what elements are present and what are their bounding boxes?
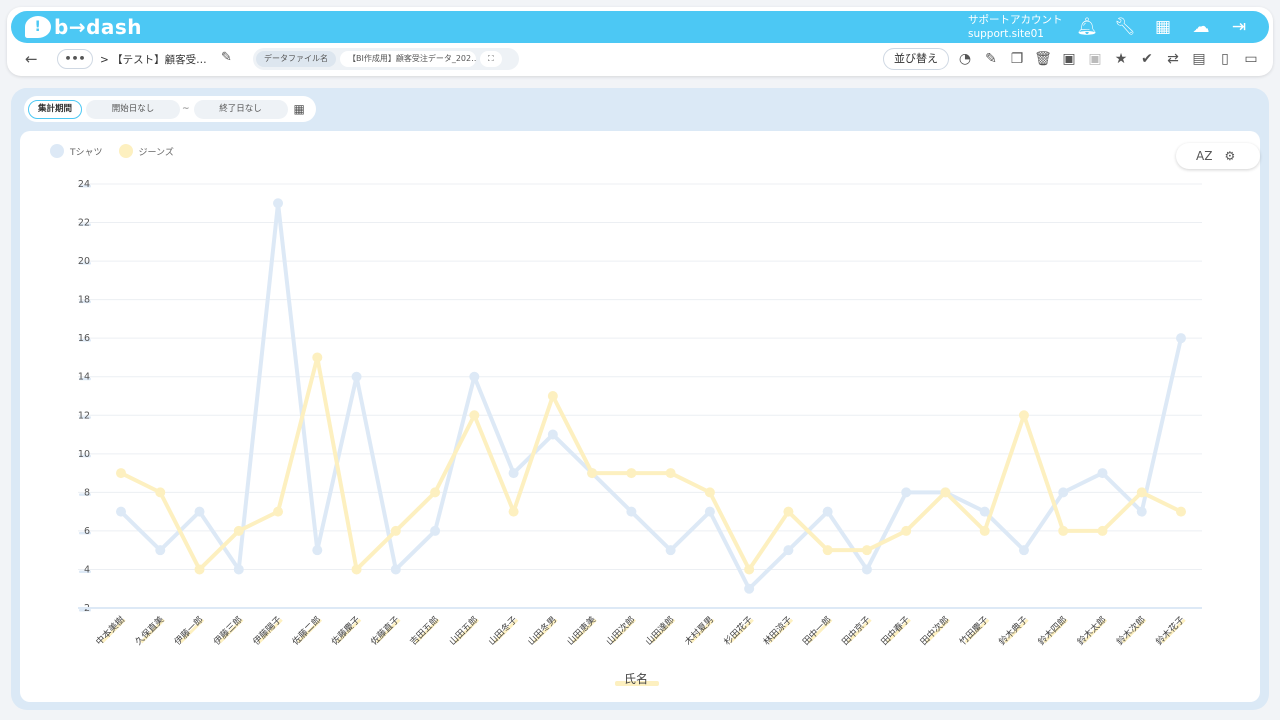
x-tick-label: 久保直美 bbox=[132, 614, 166, 648]
data-point bbox=[547, 429, 558, 440]
x-tick-label: 竹田慶子 bbox=[957, 614, 991, 648]
y-tick-label: 14 bbox=[78, 372, 90, 383]
data-point bbox=[861, 545, 872, 556]
data-point bbox=[1176, 506, 1186, 517]
data-point bbox=[704, 487, 715, 498]
data-point bbox=[979, 506, 990, 517]
x-tick-label: 木村夏男 bbox=[682, 614, 716, 648]
data-point bbox=[116, 468, 126, 479]
data-point bbox=[665, 545, 676, 556]
data-point bbox=[508, 468, 519, 479]
data-point bbox=[1097, 468, 1108, 479]
data-point bbox=[1058, 487, 1069, 498]
data-point bbox=[1018, 545, 1029, 556]
data-point bbox=[1136, 506, 1147, 517]
data-point bbox=[312, 545, 323, 556]
data-point bbox=[390, 525, 401, 536]
data-point bbox=[626, 468, 637, 479]
y-tick-label: 16 bbox=[78, 333, 90, 344]
data-point bbox=[273, 506, 284, 517]
x-tick-label: 鈴木典子 bbox=[996, 614, 1030, 648]
data-point bbox=[783, 506, 794, 517]
x-axis-title: 氏名 bbox=[623, 672, 648, 686]
x-tick-label: 山田次郎 bbox=[604, 614, 638, 648]
data-point bbox=[351, 371, 362, 382]
data-point bbox=[626, 506, 637, 517]
data-point bbox=[822, 506, 833, 517]
data-point bbox=[861, 564, 872, 575]
data-point bbox=[665, 468, 676, 479]
line-chart: 24681012141618202224中本美樹久保直美伊藤一郎伊藤三郎伊藤陽子… bbox=[78, 179, 1202, 648]
data-point bbox=[901, 487, 912, 498]
x-tick-label: 鈴木次郎 bbox=[1114, 614, 1148, 648]
x-tick-label: 鈴木花子 bbox=[1153, 614, 1187, 648]
data-point bbox=[273, 198, 284, 209]
x-tick-label: 佐藤直子 bbox=[368, 614, 402, 648]
x-tick-label: 伊藤一郎 bbox=[172, 614, 206, 648]
data-point bbox=[1176, 333, 1186, 344]
data-point bbox=[1058, 525, 1069, 536]
data-point bbox=[508, 506, 519, 517]
y-tick-label: 20 bbox=[78, 256, 90, 267]
x-tick-label: 田中京子 bbox=[839, 614, 873, 648]
x-tick-label: 山田五郎 bbox=[447, 614, 481, 648]
data-point bbox=[744, 564, 755, 575]
data-point bbox=[783, 545, 794, 556]
data-point bbox=[901, 525, 912, 536]
x-tick-label: 林田涼子 bbox=[761, 614, 795, 648]
data-point bbox=[233, 564, 244, 575]
series-line-1 bbox=[120, 355, 1182, 572]
data-point bbox=[469, 371, 480, 382]
y-tick-label: 18 bbox=[78, 295, 90, 306]
y-tick-label: 12 bbox=[78, 410, 90, 421]
data-point bbox=[469, 410, 480, 421]
data-point bbox=[1136, 487, 1147, 498]
x-tick-label: 山田恵美 bbox=[564, 614, 598, 648]
data-point bbox=[979, 525, 990, 536]
x-tick-label: 山田達郎 bbox=[643, 614, 677, 648]
y-tick-label: 10 bbox=[78, 449, 90, 460]
x-tick-label: 伊藤陽子 bbox=[250, 614, 284, 648]
data-point bbox=[1097, 525, 1108, 536]
x-tick-label: 鈴木四郎 bbox=[1035, 614, 1069, 648]
data-point bbox=[430, 525, 441, 536]
data-point bbox=[744, 583, 755, 594]
x-tick-label: 田中一郎 bbox=[800, 614, 834, 648]
data-point bbox=[940, 487, 951, 498]
data-point bbox=[390, 564, 401, 575]
data-point bbox=[116, 506, 126, 517]
data-point bbox=[704, 506, 715, 517]
data-point bbox=[194, 564, 205, 575]
y-tick-label: 22 bbox=[78, 218, 90, 229]
x-tick-label: 田中次郎 bbox=[918, 614, 952, 648]
x-tick-label: 佐藤慶子 bbox=[329, 614, 363, 648]
x-tick-label: 杉田花子 bbox=[721, 614, 755, 648]
x-tick-label: 吉田五郎 bbox=[407, 614, 441, 648]
data-point bbox=[233, 525, 244, 536]
x-tick-label: 鈴木太郎 bbox=[1075, 614, 1109, 648]
x-tick-label: 伊藤三郎 bbox=[211, 614, 245, 648]
data-point bbox=[155, 545, 166, 556]
y-tick-label: 6 bbox=[84, 526, 90, 537]
x-tick-label: 田中春子 bbox=[878, 614, 912, 648]
data-point bbox=[1018, 410, 1029, 421]
data-point bbox=[430, 487, 441, 498]
y-tick-label: 8 bbox=[84, 487, 90, 498]
x-tick-label: 山田冬子 bbox=[486, 614, 520, 648]
x-tick-label: 佐藤二郎 bbox=[289, 614, 323, 648]
data-point bbox=[194, 506, 205, 517]
data-point bbox=[587, 468, 598, 479]
data-point bbox=[822, 545, 833, 556]
data-point bbox=[351, 564, 362, 575]
x-tick-label: 中本美樹 bbox=[93, 614, 127, 648]
data-point bbox=[155, 487, 166, 498]
data-point bbox=[547, 391, 558, 401]
y-tick-label: 4 bbox=[84, 564, 90, 575]
data-point bbox=[312, 352, 323, 363]
y-tick-label: 24 bbox=[78, 179, 90, 190]
x-tick-label: 山田冬男 bbox=[525, 614, 559, 648]
